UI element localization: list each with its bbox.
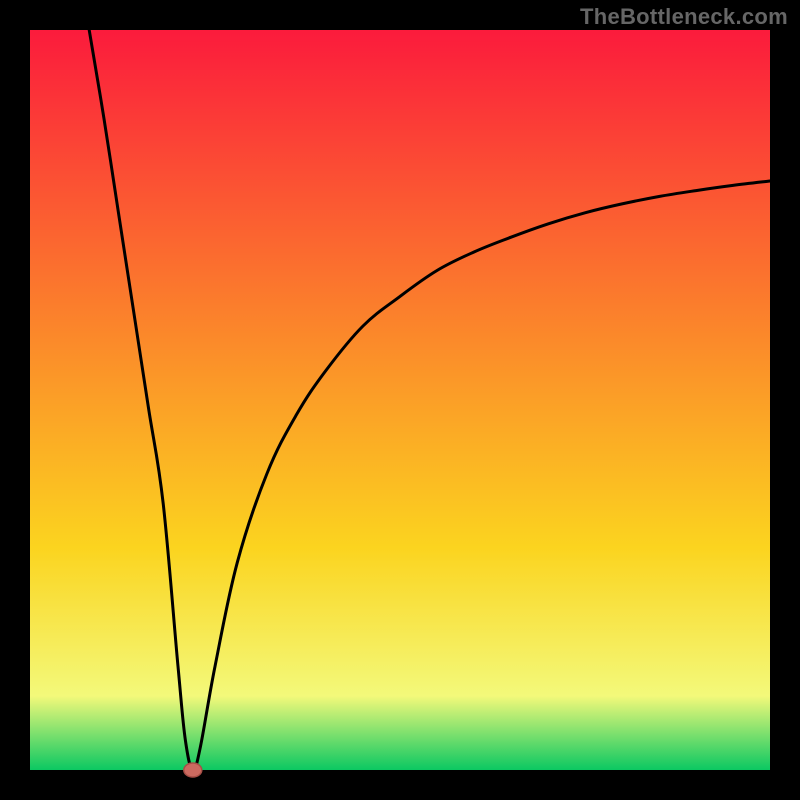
bottleneck-chart xyxy=(0,0,800,800)
minimum-marker xyxy=(184,763,202,777)
chart-frame: TheBottleneck.com xyxy=(0,0,800,800)
watermark-text: TheBottleneck.com xyxy=(580,4,788,30)
plot-background xyxy=(30,30,770,770)
